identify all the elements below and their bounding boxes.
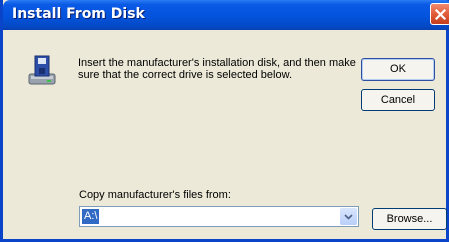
instruction-text: Insert the manufacturer's installation d… xyxy=(78,57,356,81)
install-from-disk-dialog: Install From Disk Insert the manufacture… xyxy=(0,0,449,242)
copy-from-label: Copy manufacturer's files from: xyxy=(79,189,231,201)
close-button[interactable] xyxy=(430,3,449,25)
copy-from-value[interactable]: A:\ xyxy=(82,209,100,224)
install-disk-icon xyxy=(28,55,56,85)
copy-from-combobox[interactable]: A:\ xyxy=(79,206,359,227)
dropdown-button[interactable] xyxy=(340,208,357,225)
close-icon xyxy=(435,8,446,20)
cancel-button[interactable]: Cancel xyxy=(361,89,435,111)
window-title: Install From Disk xyxy=(12,6,145,22)
ok-button[interactable]: OK xyxy=(361,58,435,81)
chevron-down-icon xyxy=(344,213,353,220)
title-bar[interactable]: Install From Disk xyxy=(3,0,449,30)
browse-button[interactable]: Browse... xyxy=(372,208,447,230)
